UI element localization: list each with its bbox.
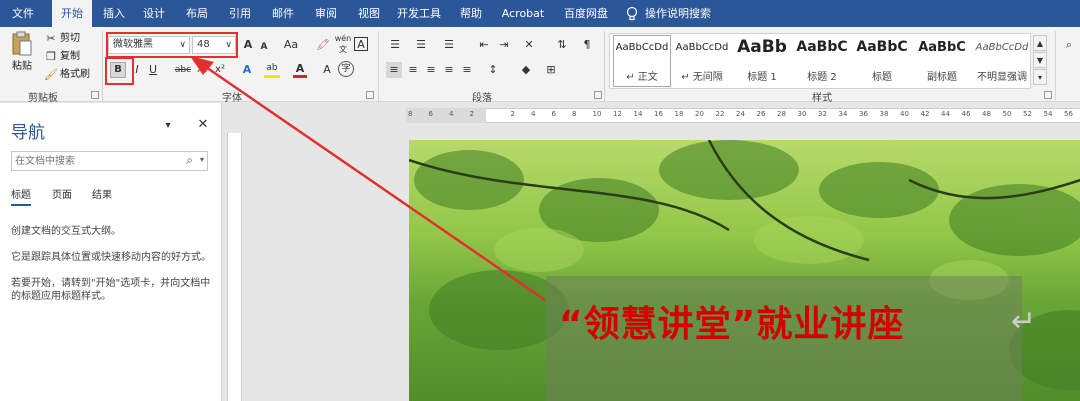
annotation-arrow <box>190 56 546 302</box>
